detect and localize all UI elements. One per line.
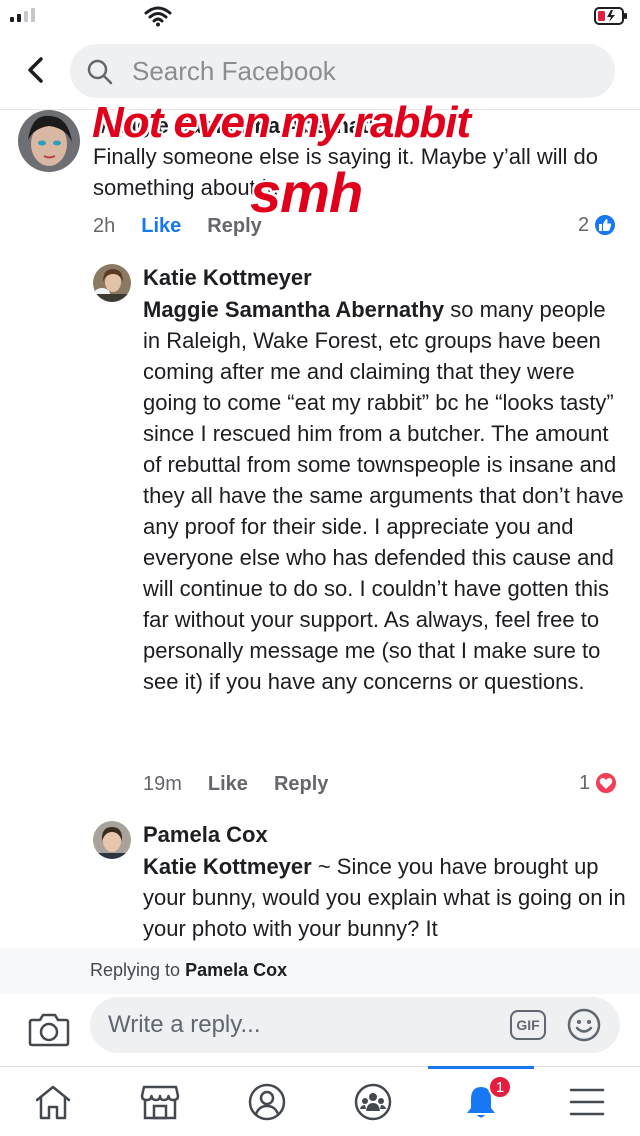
like-button[interactable]: Like <box>141 215 181 238</box>
reaction-count[interactable]: 2 <box>578 213 618 237</box>
reply-input[interactable] <box>108 997 488 1053</box>
search-icon <box>87 59 113 85</box>
home-icon <box>35 1085 71 1120</box>
commenter-name[interactable]: Katie Kottmeyer <box>143 265 312 291</box>
reply-composer: GIF <box>0 994 640 1066</box>
story-sticker-text: Not even my rabbit <box>92 98 471 147</box>
replying-to-label: Replying to Pamela Cox <box>90 960 288 980</box>
tab-profile[interactable] <box>214 1067 320 1136</box>
status-bar <box>0 0 640 34</box>
comment-actions: 19m Like Reply <box>143 773 328 796</box>
menu-icon <box>569 1088 605 1116</box>
tab-groups[interactable] <box>320 1067 426 1136</box>
back-button[interactable] <box>18 52 54 88</box>
tab-notifications[interactable]: 1 <box>428 1066 534 1136</box>
tab-marketplace[interactable] <box>107 1067 213 1136</box>
notification-badge: 1 <box>488 1075 512 1099</box>
mention-link[interactable]: Katie Kottmeyer <box>143 854 312 879</box>
search-box[interactable] <box>70 44 615 98</box>
marketplace-icon <box>140 1085 180 1120</box>
emoji-button[interactable] <box>566 1007 602 1048</box>
camera-icon <box>28 1013 70 1047</box>
groups-icon <box>354 1083 392 1121</box>
tab-bar: 1 <box>0 1066 640 1136</box>
commenter-name[interactable]: Pamela Cox <box>143 822 268 848</box>
reply-button[interactable]: Reply <box>274 773 328 796</box>
reaction-count[interactable]: 1 <box>579 771 619 795</box>
camera-button[interactable] <box>28 1010 70 1053</box>
comment-time[interactable]: 19m <box>143 773 182 796</box>
like-button[interactable]: Like <box>208 773 248 796</box>
search-input[interactable] <box>132 44 592 98</box>
profile-icon <box>248 1083 286 1121</box>
avatar[interactable] <box>93 821 131 859</box>
reply-field[interactable]: GIF <box>90 997 620 1053</box>
smiley-icon <box>567 1008 601 1042</box>
battery-icon <box>594 7 627 25</box>
signal-strength-icon <box>10 8 35 22</box>
replying-to-name: Pamela Cox <box>185 960 288 980</box>
reaction-count-number: 1 <box>579 771 591 794</box>
comment-body: so many people in Raleigh, Wake Forest, … <box>143 297 624 694</box>
wifi-icon <box>144 6 172 27</box>
tab-home[interactable] <box>0 1067 106 1136</box>
mention-link[interactable]: Maggie Samantha Abernathy <box>143 297 444 322</box>
avatar[interactable] <box>93 264 131 302</box>
replying-to-bar: Replying to Pamela Cox <box>0 948 640 994</box>
heart-icon <box>594 771 619 795</box>
tab-menu[interactable] <box>534 1067 640 1136</box>
comment-text: Katie Kottmeyer ~ Since you have brought… <box>143 851 628 944</box>
reaction-count-number: 2 <box>578 213 590 236</box>
avatar[interactable] <box>18 110 80 172</box>
chevron-left-icon <box>28 57 43 83</box>
thumbs-up-icon <box>593 213 618 237</box>
story-sticker-text: smh <box>250 161 363 224</box>
comment-actions: 2h Like Reply <box>93 215 262 238</box>
comment-text: Maggie Samantha Abernathy so many people… <box>143 294 628 697</box>
gif-button[interactable]: GIF <box>510 1010 546 1040</box>
comment-time[interactable]: 2h <box>93 215 115 238</box>
